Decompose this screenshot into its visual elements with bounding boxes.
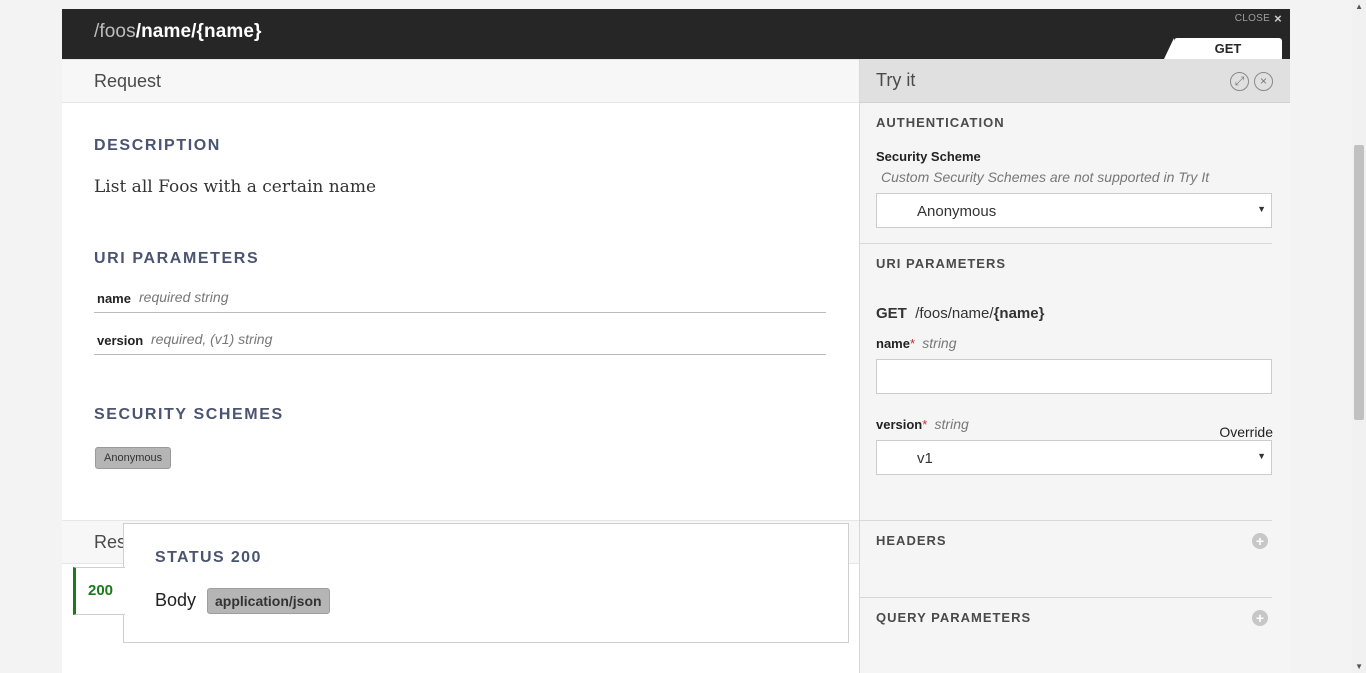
scroll-down-icon[interactable]: ▼	[1355, 662, 1363, 671]
divider	[860, 597, 1272, 598]
security-schemes-heading: SECURITY SCHEMES	[94, 406, 284, 423]
request-path: /foos/name/	[915, 305, 994, 322]
close-icon: ×	[1274, 11, 1282, 26]
try-it-panel: Try it ⤢ × AUTHENTICATION Security Schem…	[859, 59, 1290, 673]
status-title: STATUS 200	[155, 549, 262, 566]
content-type-badge[interactable]: application/json	[207, 588, 330, 614]
request-line: GET /foos/name/{name}	[876, 305, 1044, 322]
version-field-label: version* string	[876, 416, 969, 432]
scrollbar[interactable]: ▲ ▼	[1352, 0, 1366, 673]
request-path-param: {name}	[993, 305, 1045, 322]
response-box	[123, 523, 849, 643]
security-scheme-badge: Anonymous	[95, 447, 172, 469]
try-uri-parameters-heading: URI PARAMETERS	[876, 256, 1007, 271]
uri-parameters-heading: URI PARAMETERS	[94, 250, 260, 267]
required-marker: *	[922, 417, 928, 432]
try-it-title: Try it	[876, 70, 916, 90]
authentication-heading: AUTHENTICATION	[876, 115, 1005, 130]
security-scheme-select[interactable]: Anonymous ▼	[876, 193, 1272, 228]
headers-heading: HEADERS	[876, 533, 947, 548]
scroll-up-icon[interactable]: ▲	[1355, 2, 1363, 11]
type-label: string	[934, 416, 969, 432]
name-field-label: name* string	[876, 335, 957, 351]
override-link[interactable]: Override	[1219, 424, 1273, 440]
close-button[interactable]: CLOSE ×	[1235, 12, 1282, 25]
resource-modal: /foos/name/{name} CLOSE × GET Request DES…	[62, 9, 1290, 673]
divider	[860, 520, 1272, 521]
path-root: /foos	[94, 21, 136, 42]
description-heading: DESCRIPTION	[94, 137, 221, 154]
request-header: Request	[62, 59, 859, 103]
param-meta: required string	[139, 289, 229, 305]
name-input[interactable]	[876, 359, 1272, 394]
param-name: version	[97, 333, 144, 348]
status-tab-200[interactable]: 200	[73, 567, 125, 615]
body-label: Body	[155, 590, 197, 610]
close-label: CLOSE	[1234, 13, 1271, 24]
description-text: List all Foos with a certain name	[94, 177, 377, 197]
resource-path: /foos/name/{name}	[94, 21, 262, 43]
version-value: v1	[917, 450, 933, 467]
security-scheme-label: Security Scheme	[876, 149, 981, 164]
add-query-parameter-icon[interactable]: +	[1252, 610, 1268, 626]
add-header-icon[interactable]: +	[1252, 533, 1268, 549]
method-tab-get[interactable]: GET	[1164, 38, 1282, 59]
request-method: GET	[876, 305, 907, 322]
param-meta: required, (v1) string	[151, 331, 273, 347]
version-select[interactable]: v1 ▼	[876, 440, 1272, 475]
security-scheme-note: Custom Security Schemes are not supporte…	[881, 169, 1210, 185]
required-marker: *	[909, 336, 916, 351]
chevron-down-icon: ▼	[1257, 451, 1266, 461]
scrollbar-thumb[interactable]	[1354, 145, 1364, 420]
param-name: name	[97, 291, 131, 306]
security-scheme-value: Anonymous	[917, 203, 997, 220]
expand-icon[interactable]: ⤢	[1230, 72, 1249, 91]
chevron-down-icon: ▼	[1257, 204, 1266, 214]
divider	[860, 243, 1272, 244]
param-row-version: version required, (v1) string	[94, 329, 826, 355]
param-row-name: name required string	[94, 287, 826, 313]
close-circle-icon[interactable]: ×	[1254, 72, 1273, 91]
modal-header: /foos/name/{name} CLOSE × GET	[62, 9, 1290, 59]
type-label: string	[922, 335, 957, 351]
path-rest: /name/{name}	[135, 21, 262, 42]
query-parameters-heading: QUERY PARAMETERS	[876, 610, 1032, 625]
request-title: Request	[94, 71, 162, 91]
try-it-header: Try it ⤢ ×	[860, 59, 1290, 103]
